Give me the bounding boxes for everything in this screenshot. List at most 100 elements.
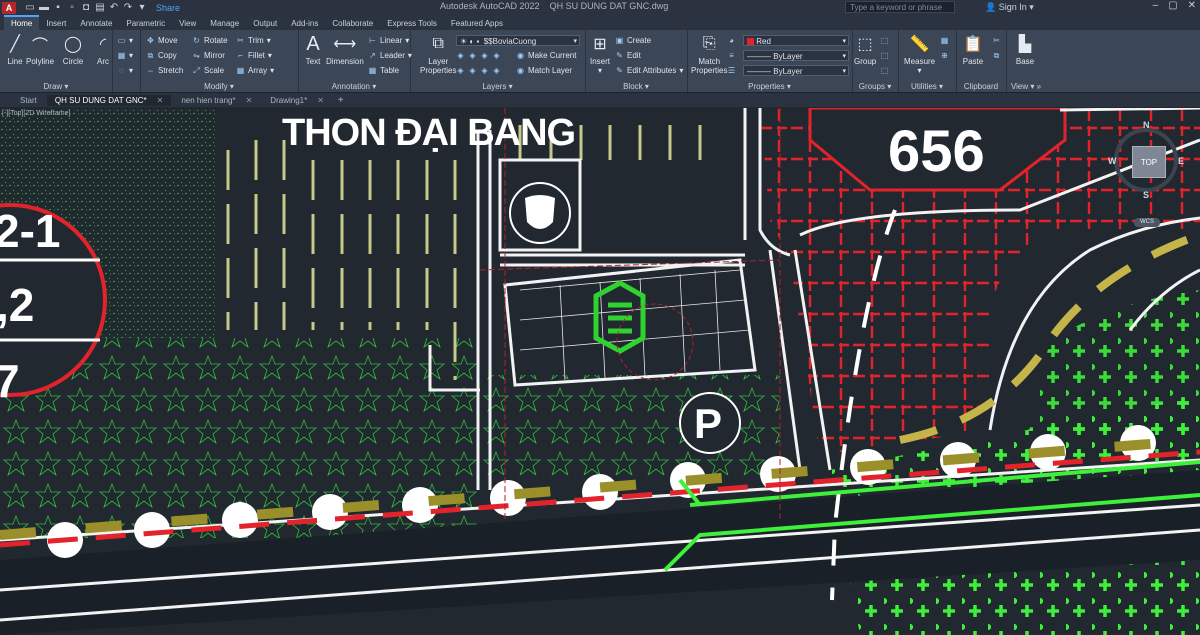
match-layer-button[interactable]: ◉ Match Layer <box>516 66 572 75</box>
insert-button[interactable]: ⊞ Insert ▾ <box>589 33 611 75</box>
save-as-icon[interactable]: ▫ <box>66 2 78 14</box>
tab-featured-apps[interactable]: Featured Apps <box>444 17 510 30</box>
line-button[interactable]: ╱ Line <box>4 33 26 66</box>
linetype-dropdown[interactable]: ——— ByLayer ▾ <box>743 50 849 61</box>
signin-button[interactable]: 👤 Sign In ▾ <box>985 2 1034 13</box>
ellipse-icon[interactable]: ◌ ▾ <box>117 66 133 75</box>
layer-unisolate-icon[interactable]: ◈ <box>468 66 477 75</box>
tab-collaborate[interactable]: Collaborate <box>325 17 380 30</box>
doc-tab-start[interactable]: Start <box>12 95 45 106</box>
groups-panel-title[interactable]: Groups ▾ <box>852 82 898 91</box>
lineweight-icon[interactable]: ☰ <box>727 66 736 75</box>
fillet-button[interactable]: ⌐ Fillet ▾ <box>236 51 272 60</box>
polyline-button[interactable]: ⌒ Polyline <box>26 33 54 66</box>
close-tab-icon[interactable]: ✕ <box>157 96 164 105</box>
rectangle-icon[interactable]: ▭ ▾ <box>117 36 133 45</box>
hatch-icon[interactable]: ▦ ▾ <box>117 51 133 60</box>
copy-clip-icon[interactable]: ⧉ <box>992 51 1001 60</box>
search-input[interactable]: Type a keyword or phrase <box>845 1 955 13</box>
layer-lock-icon[interactable]: ◈ <box>492 51 501 60</box>
arc-button[interactable]: ◜ Arc <box>92 33 114 66</box>
array-button[interactable]: ▦ Array ▾ <box>236 66 274 75</box>
compass-south[interactable]: S <box>1143 190 1149 200</box>
close-icon[interactable]: ✕ <box>1188 0 1196 11</box>
block-panel-title[interactable]: Block ▾ <box>585 82 687 91</box>
layer-freeze-icon[interactable]: ◈ <box>480 51 489 60</box>
drawing-viewport[interactable]: [-][Top][2D Wireframe] THON ĐẠI BANG 656… <box>0 108 1200 635</box>
doc-tab-nen-hien-trang[interactable]: nen hien trang* ✕ <box>173 95 260 106</box>
table-button[interactable]: ▦ Table <box>368 66 399 75</box>
text-button[interactable]: A Text <box>302 33 324 67</box>
minimize-icon[interactable]: – <box>1153 0 1159 11</box>
mirror-button[interactable]: ⇋ Mirror <box>192 51 225 60</box>
stretch-button[interactable]: ⇔ Stretch <box>146 66 184 75</box>
cut-icon[interactable]: ✂ <box>992 36 1001 45</box>
trim-button[interactable]: ✂ Trim ▾ <box>236 36 271 45</box>
undo-icon[interactable]: ↶ <box>108 2 120 14</box>
layer-dropdown[interactable]: ☀ ◐ ▪ $$BoviaCuong ▾ <box>456 35 580 46</box>
compass-east[interactable]: E <box>1178 156 1184 166</box>
new-tab-icon[interactable]: + <box>338 95 344 106</box>
tab-home[interactable]: Home <box>4 15 40 30</box>
save-icon[interactable]: ▪ <box>52 2 64 14</box>
edit-attributes-button[interactable]: ✎ Edit Attributes ▾ <box>615 66 683 75</box>
close-tab-icon[interactable]: ✕ <box>317 96 324 105</box>
group-select-icon[interactable]: ⬚ <box>880 66 889 75</box>
close-tab-icon[interactable]: ✕ <box>246 96 253 105</box>
make-current-button[interactable]: ◉ Make Current <box>516 51 576 60</box>
leader-button[interactable]: ↗ Leader ▾ <box>368 51 412 60</box>
dropdown-icon[interactable]: ▾ <box>136 2 148 14</box>
linetype-icon[interactable]: ≡ <box>727 51 736 60</box>
linear-button[interactable]: ⊢ Linear ▾ <box>368 36 409 45</box>
scale-button[interactable]: ⤢ Scale <box>192 66 224 75</box>
viewport-label[interactable]: [-][Top][2D Wireframe] <box>2 110 70 117</box>
base-button[interactable]: ▙ Base <box>1014 33 1036 66</box>
color-dropdown[interactable]: Red ▾ <box>743 35 849 46</box>
circle-button[interactable]: ◯ Circle <box>62 33 84 66</box>
compass-north[interactable]: N <box>1143 120 1150 130</box>
doc-tab-qh-su-dung-dat[interactable]: QH SU DUNG DAT GNC* ✕ <box>46 94 172 106</box>
new-icon[interactable]: ▭ <box>24 2 36 14</box>
view-cube-top[interactable]: TOP <box>1132 146 1166 178</box>
move-button[interactable]: ✥ Move <box>146 36 177 45</box>
tab-output[interactable]: Output <box>246 17 284 30</box>
layer-properties-button[interactable]: ⧉ Layer Properties <box>420 33 456 75</box>
layer-unlock-icon[interactable]: ◈ <box>492 66 501 75</box>
modify-panel-title[interactable]: Modify ▾ <box>140 82 298 91</box>
layer-on-icon[interactable]: ◈ <box>456 66 465 75</box>
tab-manage[interactable]: Manage <box>203 17 246 30</box>
group-button[interactable]: ⬚ Group <box>854 33 876 66</box>
view-panel-title[interactable]: View ▾ » <box>1006 82 1046 91</box>
share-button[interactable]: Share <box>156 3 180 13</box>
tab-parametric[interactable]: Parametric <box>119 17 172 30</box>
color-palette-icon[interactable]: ◕ <box>727 36 736 45</box>
ungroup-icon[interactable]: ⬚ <box>880 36 889 45</box>
layer-isolate-icon[interactable]: ◈ <box>468 51 477 60</box>
print-icon[interactable]: ▤ <box>94 2 106 14</box>
open-icon[interactable]: ▬ <box>38 2 50 14</box>
calculator-icon[interactable]: ▦ <box>940 36 949 45</box>
dimension-button[interactable]: ⟷ Dimension <box>326 33 364 66</box>
layer-thaw-icon[interactable]: ◈ <box>480 66 489 75</box>
tab-view[interactable]: View <box>172 17 203 30</box>
layer-off-icon[interactable]: ◈ <box>456 51 465 60</box>
compass-west[interactable]: W <box>1108 156 1117 166</box>
rotate-button[interactable]: ↻ Rotate <box>192 36 227 45</box>
annotation-panel-title[interactable]: Annotation ▾ <box>298 82 410 91</box>
measure-button[interactable]: 📏 Measure ▾ <box>904 33 935 75</box>
layers-panel-title[interactable]: Layers ▾ <box>410 82 585 91</box>
wcs-menu[interactable]: WCS <box>1134 218 1160 227</box>
id-point-icon[interactable]: ⊕ <box>940 51 949 60</box>
paste-button[interactable]: 📋 Paste <box>962 33 984 66</box>
draw-panel-title[interactable]: Draw ▾ <box>0 82 112 91</box>
tab-express-tools[interactable]: Express Tools <box>380 17 444 30</box>
tab-annotate[interactable]: Annotate <box>73 17 119 30</box>
lineweight-dropdown[interactable]: ——— ByLayer ▾ <box>743 65 849 76</box>
copy-button[interactable]: ⧉ Copy <box>146 51 177 60</box>
doc-tab-drawing1[interactable]: Drawing1* ✕ <box>262 95 332 106</box>
restore-icon[interactable]: ▢ <box>1168 0 1177 11</box>
navigation-cube[interactable]: N S E W TOP WCS <box>1108 120 1192 230</box>
group-edit-icon[interactable]: ⬚ <box>880 51 889 60</box>
web-icon[interactable]: ◘ <box>80 2 92 14</box>
autocad-logo[interactable]: A <box>2 1 16 14</box>
